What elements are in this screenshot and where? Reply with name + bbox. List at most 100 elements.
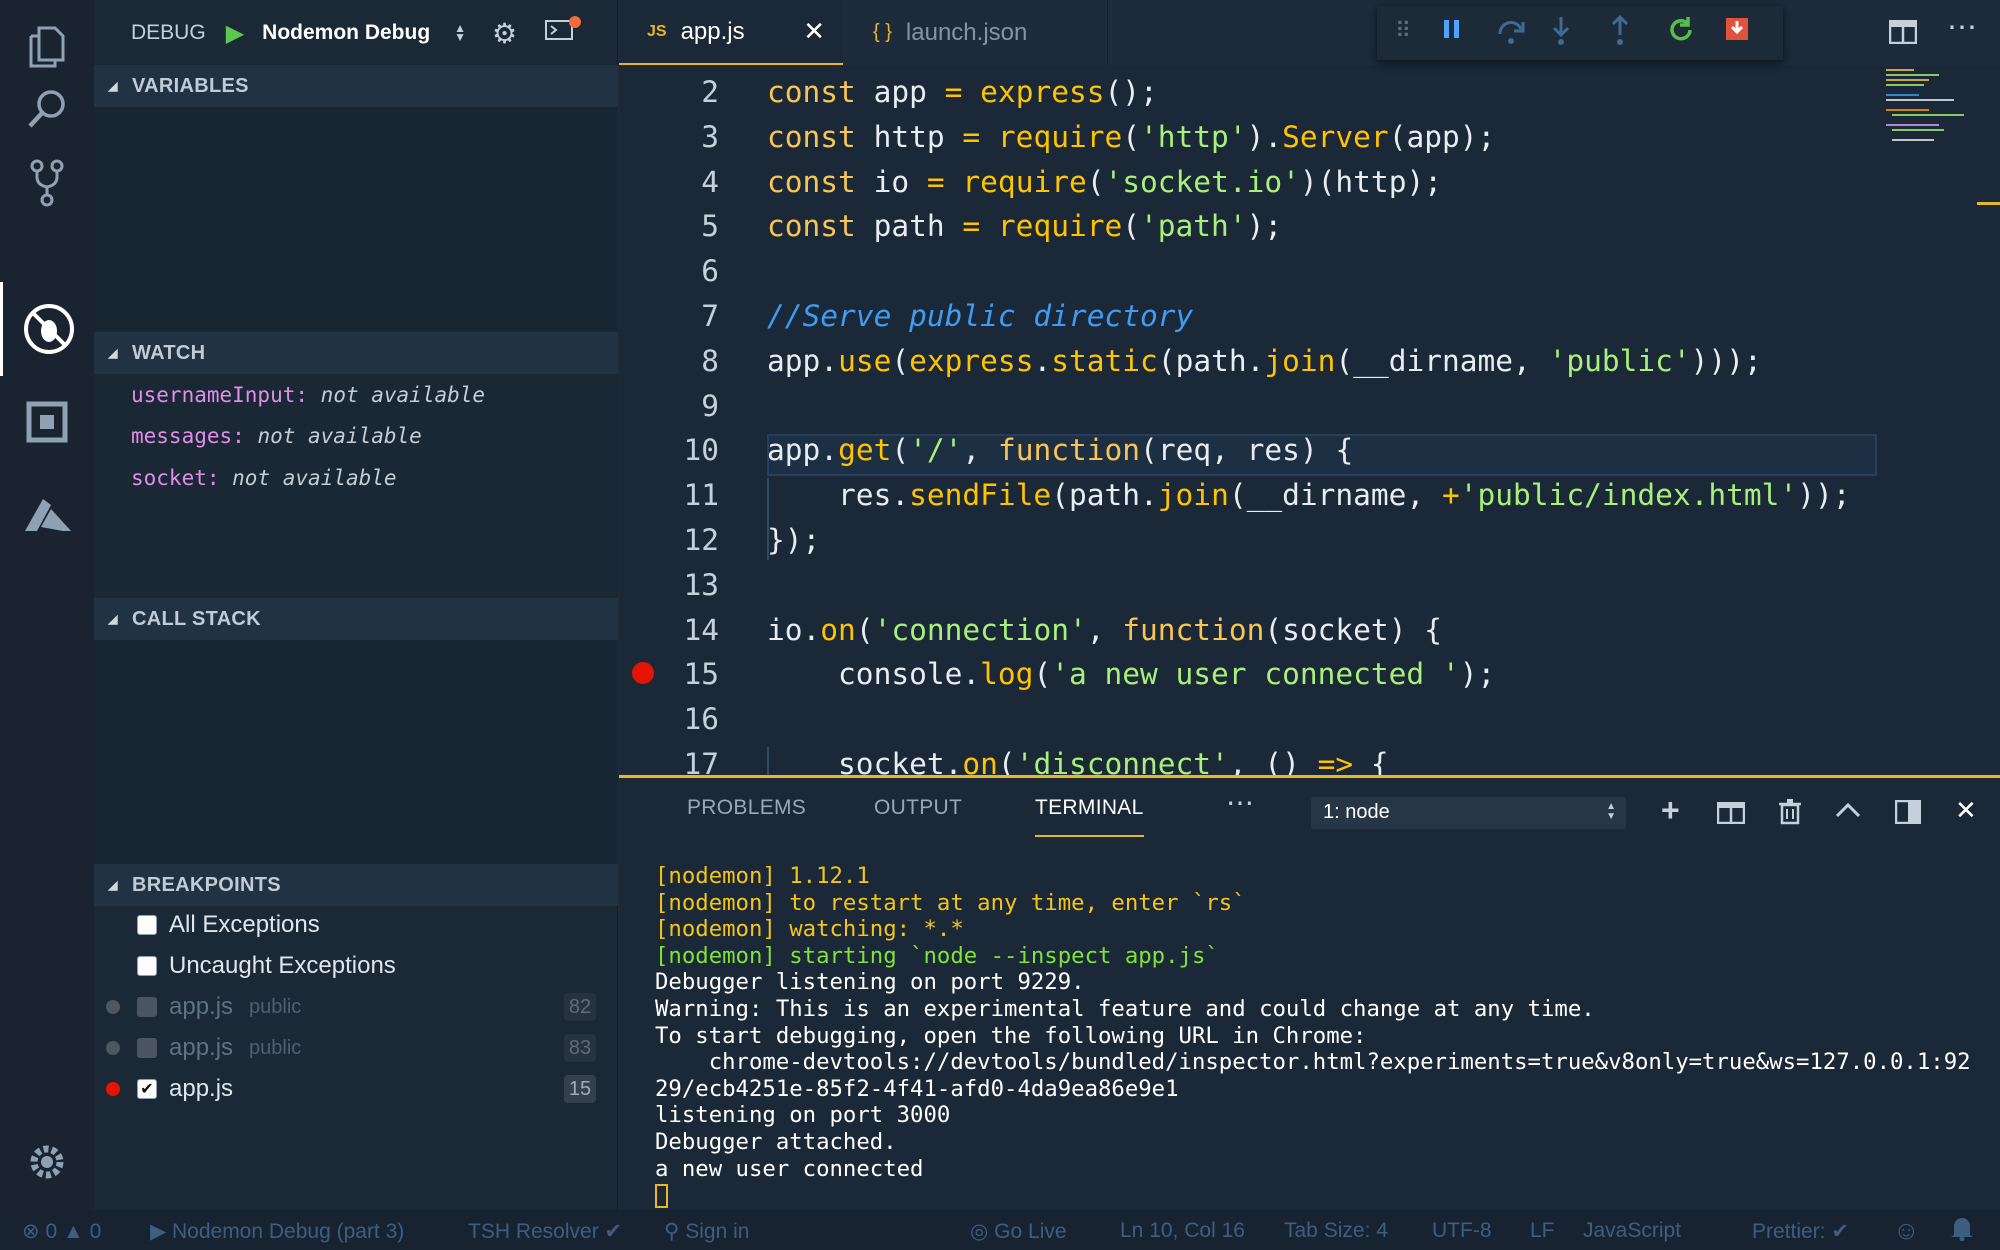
drag-handle-icon[interactable]: ⠿	[1395, 18, 1411, 44]
maximize-panel-icon[interactable]	[1835, 802, 1861, 823]
breakpoint-line-badge: 82	[564, 993, 596, 1021]
status-bar: ⊗ 0 ▲ 0 ▶ Nodemon Debug (part 3) TSH Res…	[0, 1210, 2000, 1250]
breakpoints-section-header[interactable]: ◢ BREAKPOINTS	[94, 864, 618, 906]
language-mode[interactable]: JavaScript	[1583, 1219, 1681, 1243]
watch-name: socket	[131, 466, 207, 490]
checkbox[interactable]	[137, 956, 157, 976]
tab-output[interactable]: OUTPUT	[874, 796, 962, 820]
minimap[interactable]	[1884, 66, 1984, 156]
terminal-select-value: 1: node	[1323, 801, 1390, 823]
terminal-line: Warning: This is an experimental feature…	[655, 995, 1595, 1022]
close-tab-icon[interactable]: ✕	[803, 16, 825, 47]
tab-app-js[interactable]: JS app.js ✕	[619, 0, 843, 65]
line-number: 13	[683, 567, 719, 602]
breakpoint-all-exceptions[interactable]: All Exceptions	[94, 905, 618, 945]
breakpoint-item[interactable]: ✔ app.js 15	[94, 1069, 618, 1109]
checkbox[interactable]	[137, 997, 157, 1017]
terminal-line: a new user connected	[655, 1155, 924, 1182]
cursor-position[interactable]: Ln 10, Col 16	[1120, 1219, 1245, 1243]
debug-toolbar: DEBUG ▶ Nodemon Debug ▲ ▼ ⚙	[94, 0, 618, 66]
terminal-output[interactable]: [nodemon] 1.12.1 [nodemon] to restart at …	[655, 863, 1971, 1209]
more-actions-icon[interactable]: ⋯	[1947, 10, 1977, 45]
call-stack-section-header[interactable]: ◢ CALL STACK	[94, 598, 618, 640]
breakpoint-uncaught-exceptions[interactable]: Uncaught Exceptions	[94, 946, 618, 986]
breakpoint-label: All Exceptions	[169, 911, 320, 938]
code-line: const app = express();	[767, 75, 1158, 109]
line-number: 8	[701, 343, 719, 378]
breakpoint-dot-icon	[106, 1082, 120, 1096]
debug-sidebar: DEBUG ▶ Nodemon Debug ▲ ▼ ⚙ ◢ VARIABLES ◢ W…	[94, 0, 618, 1210]
pause-icon[interactable]	[1441, 16, 1463, 47]
tab-label: app.js	[680, 17, 745, 45]
tab-launch-json[interactable]: { } launch.json	[843, 0, 1108, 65]
checkbox[interactable]	[137, 915, 157, 935]
debug-status[interactable]: ▶ Nodemon Debug (part 3)	[150, 1219, 404, 1244]
terminal-line: Debugger attached.	[655, 1128, 897, 1155]
encoding[interactable]: UTF-8	[1432, 1219, 1492, 1243]
step-over-icon[interactable]	[1495, 16, 1527, 51]
variables-section-header[interactable]: ◢ VARIABLES	[94, 65, 618, 107]
disconnect-icon[interactable]	[1724, 16, 1750, 47]
line-number: 16	[683, 702, 719, 737]
debug-settings-gear-icon[interactable]: ⚙	[492, 17, 517, 50]
line-number: 12	[683, 523, 719, 557]
select-arrows-icon[interactable]: ▲ ▼	[454, 22, 466, 43]
tab-size[interactable]: Tab Size: 4	[1284, 1219, 1388, 1243]
watch-item[interactable]: messages: not available	[131, 424, 422, 448]
code-line: socket.on('disconnect', () => {	[838, 747, 1389, 775]
split-editor-icon[interactable]	[1888, 19, 1918, 49]
tab-problems[interactable]: PROBLEMS	[687, 796, 806, 820]
azure-icon[interactable]	[0, 470, 94, 564]
terminal-line: To start debugging, open the following U…	[655, 1022, 1367, 1049]
terminal-select[interactable]: 1: node ▲ ▼	[1311, 797, 1626, 829]
tab-terminal[interactable]: TERMINAL	[1035, 796, 1144, 837]
step-into-icon[interactable]	[1549, 14, 1573, 51]
source-control-icon[interactable]	[0, 136, 94, 230]
notifications-bell-icon[interactable]	[1950, 1215, 1974, 1247]
debug-action-toolbar: ⠿	[1377, 6, 1783, 60]
tab-label: launch.json	[905, 18, 1028, 46]
more-icon[interactable]: ⋯	[1226, 786, 1254, 819]
problems-indicator[interactable]: ⊗ 0 ▲ 0	[22, 1219, 101, 1244]
watch-item[interactable]: usernameInput: not available	[131, 383, 485, 407]
code-line: app.get('/', function(req, res) {	[767, 433, 1354, 468]
prettier-status[interactable]: Prettier: ✔	[1752, 1219, 1849, 1244]
debug-icon[interactable]	[0, 282, 94, 376]
watch-section-header[interactable]: ◢ WATCH	[94, 332, 618, 374]
code-view[interactable]: 2 const app = express(); 3 const http = req…	[619, 65, 1879, 775]
tab-bar: JS app.js ✕ { } launch.json ⠿ ⋯	[619, 0, 2000, 65]
extensions-icon[interactable]	[0, 375, 94, 469]
trash-icon[interactable]	[1779, 799, 1801, 830]
line-ending[interactable]: LF	[1530, 1219, 1555, 1243]
sign-in[interactable]: ⚲ Sign in	[664, 1219, 749, 1244]
close-panel-icon[interactable]: ✕	[1955, 795, 1977, 826]
tsh-resolver[interactable]: TSH Resolver ✔	[468, 1219, 622, 1244]
checkbox-checked[interactable]: ✔	[137, 1079, 157, 1099]
checkbox[interactable]	[137, 1038, 157, 1058]
code-line: console.log('a new user connected ');	[838, 657, 1496, 692]
start-debug-icon[interactable]: ▶	[226, 19, 244, 48]
warning-count: 0	[89, 1220, 102, 1243]
call-stack-panel	[94, 640, 618, 864]
breakpoint-file: app.js	[169, 993, 234, 1020]
step-out-icon[interactable]	[1608, 14, 1632, 51]
editor-area: JS app.js ✕ { } launch.json ⠿ ⋯ 2 const a…	[619, 0, 2000, 775]
code-line: //Serve public directory	[767, 299, 1194, 333]
settings-gear-icon[interactable]	[0, 1115, 94, 1209]
new-terminal-icon[interactable]: +	[1661, 792, 1680, 829]
line-number: 9	[701, 388, 719, 423]
toggle-panel-position-icon[interactable]	[1894, 799, 1922, 829]
watch-value: not available	[320, 383, 486, 407]
debug-config-select[interactable]: Nodemon Debug	[262, 21, 430, 45]
breakpoint-item[interactable]: app.js public 83	[94, 1028, 618, 1068]
debug-console-icon[interactable]	[545, 16, 582, 48]
breakpoint-item[interactable]: app.js public 82	[94, 987, 618, 1027]
watch-value: not available	[257, 424, 422, 448]
split-terminal-icon[interactable]	[1716, 801, 1746, 829]
breakpoint-line-badge: 15	[564, 1075, 596, 1103]
watch-item[interactable]: socket: not available	[131, 466, 397, 490]
restart-icon[interactable]	[1666, 15, 1696, 50]
go-live[interactable]: ◎ Go Live	[970, 1219, 1067, 1244]
feedback-smiley-icon[interactable]: ☺	[1893, 1215, 1920, 1246]
terminal-line: [nodemon] watching: *.*	[655, 916, 964, 943]
